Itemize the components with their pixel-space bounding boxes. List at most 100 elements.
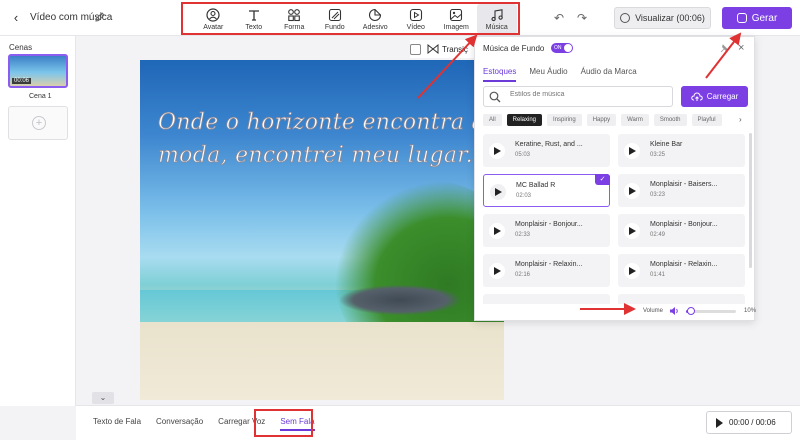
video-icon: [409, 8, 422, 21]
chip-happy[interactable]: Happy: [586, 114, 617, 126]
track-name: MC Ballad R: [516, 182, 556, 189]
scene-duration: 00:06: [12, 78, 32, 84]
play-icon[interactable]: [489, 143, 505, 159]
track-item[interactable]: Monplaisir - Relaxin... 02:16: [483, 254, 610, 287]
play-icon[interactable]: [624, 223, 640, 239]
chip-smooth[interactable]: Smooth: [653, 114, 687, 126]
play-icon[interactable]: [489, 223, 505, 239]
track-name: Monplaisir - Relaxin...: [515, 261, 583, 268]
tab-no-speech[interactable]: Sem Fala: [280, 417, 315, 431]
genre-chips: All Relaxing Inspiring Happy Warm Smooth…: [483, 114, 727, 126]
chip-all[interactable]: All: [483, 114, 502, 126]
scene-thumbnail[interactable]: 00:06: [8, 54, 68, 88]
track-duration: 02:03: [516, 193, 532, 199]
generate-icon: [736, 13, 747, 23]
transition-icon: [427, 44, 439, 54]
avatar-icon: [206, 7, 220, 22]
checkmark-icon: ✓: [595, 174, 610, 185]
scene-name: Cena 1: [29, 93, 52, 100]
add-scene-button[interactable]: +: [8, 106, 68, 140]
undo-icon[interactable]: ↶: [552, 11, 566, 25]
transition-checkbox[interactable]: [410, 43, 421, 55]
text-icon: [248, 9, 259, 21]
tab-brand-audio[interactable]: Áudio da Marca: [581, 67, 637, 82]
track-duration: 02:49: [650, 232, 666, 238]
play-circle-icon: [620, 13, 631, 23]
volume-label: Volume: [643, 308, 664, 314]
tool-video[interactable]: Vídeo: [396, 4, 437, 34]
preview-button[interactable]: Visualizar (00:06): [614, 7, 711, 29]
track-item[interactable]: Monplaisir - Baisers... 03:23: [618, 174, 745, 207]
tab-stock[interactable]: Estoques: [483, 67, 517, 82]
track-item-selected[interactable]: MC Ballad R 02:03 ✓: [483, 174, 610, 207]
track-item[interactable]: Monplaisir - Bonjour... 02:49: [618, 214, 745, 247]
transition-option[interactable]: Transiç: [410, 40, 480, 58]
pencil-icon[interactable]: [94, 11, 106, 23]
search-input[interactable]: [510, 91, 660, 98]
chevron-left-icon[interactable]: ‹: [8, 10, 24, 26]
plus-icon: +: [32, 116, 46, 130]
music-toggle[interactable]: ON: [551, 43, 573, 53]
track-name: Monplaisir - Baisers...: [650, 181, 718, 188]
track-item[interactable]: [618, 294, 745, 304]
tool-music[interactable]: Música: [476, 4, 517, 34]
track-item[interactable]: Monplaisir - Bonjour... 02:33: [483, 214, 610, 247]
play-icon[interactable]: [489, 263, 505, 279]
element-toolbar: Avatar Texto Forma Fundo Adesivo Vídeo I…: [193, 4, 517, 34]
tab-upload-voice[interactable]: Carregar Voz: [218, 417, 265, 431]
pin-icon[interactable]: [720, 44, 729, 53]
collapse-panel-button[interactable]: ⌄: [92, 392, 114, 404]
tool-background[interactable]: Fundo: [315, 4, 356, 34]
close-icon[interactable]: ×: [738, 42, 744, 54]
preview-label: Visualizar (00:06): [635, 13, 705, 23]
speaker-icon[interactable]: [669, 306, 680, 316]
search-icon: [489, 91, 501, 103]
volume-handle[interactable]: [687, 306, 696, 315]
voice-tabs: Texto de Fala Conversação Carregar Voz S…: [93, 417, 330, 431]
play-icon[interactable]: [624, 263, 640, 279]
tool-sticker[interactable]: Adesivo: [355, 4, 396, 34]
track-item[interactable]: Kleine Bar 03:25: [618, 134, 745, 167]
shapes-icon: [288, 8, 301, 21]
chip-playful[interactable]: Playful: [691, 114, 722, 126]
tool-label: Texto: [245, 23, 263, 31]
timeline-player[interactable]: 00:00 / 00:06: [706, 411, 792, 434]
chip-warm[interactable]: Warm: [621, 114, 649, 126]
track-name: Kleine Bar: [650, 141, 683, 148]
tool-shape[interactable]: Forma: [274, 4, 315, 34]
voice-panel: Texto de Fala Conversação Carregar Voz S…: [76, 405, 800, 440]
track-name: Monplaisir - Relaxin...: [650, 261, 718, 268]
upload-button[interactable]: Carregar: [681, 86, 748, 107]
chip-inspiring[interactable]: Inspiring: [547, 114, 582, 126]
music-search[interactable]: [483, 86, 673, 107]
track-duration: 02:33: [515, 232, 531, 238]
track-item[interactable]: Keratine, Rust, and ... 05:03: [483, 134, 610, 167]
scenes-heading: Cenas: [9, 43, 33, 52]
canvas-caption[interactable]: Onde o horizonte encontra a moda, encont…: [158, 106, 498, 172]
track-item[interactable]: [483, 294, 610, 304]
tool-text[interactable]: Texto: [234, 4, 275, 34]
redo-icon[interactable]: ↷: [575, 11, 589, 25]
chevron-right-icon[interactable]: ›: [739, 115, 742, 124]
tab-conversation[interactable]: Conversação: [156, 417, 203, 431]
play-icon[interactable]: [490, 184, 506, 200]
tool-image[interactable]: Imagem: [436, 4, 477, 34]
volume-slider[interactable]: [686, 306, 737, 315]
tab-my-audio[interactable]: Meu Áudio: [529, 67, 567, 82]
tool-label: Música: [485, 23, 508, 31]
sand-decoration: [140, 322, 504, 400]
play-icon[interactable]: [716, 417, 723, 428]
video-canvas[interactable]: Onde o horizonte encontra a moda, encont…: [140, 60, 504, 400]
tool-avatar[interactable]: Avatar: [193, 4, 234, 34]
track-duration: 01:41: [650, 272, 666, 278]
chip-relaxing[interactable]: Relaxing: [506, 114, 543, 126]
background-icon: [328, 8, 341, 21]
play-icon[interactable]: [624, 143, 640, 159]
scenes-panel: Cenas 00:06 Cena 1 +: [0, 36, 76, 406]
track-list: Keratine, Rust, and ... 05:03 Kleine Bar…: [483, 134, 745, 304]
track-list-scrollbar[interactable]: [749, 133, 752, 268]
generate-button[interactable]: Gerar: [722, 7, 792, 29]
play-icon[interactable]: [624, 183, 640, 199]
tab-text-to-speech[interactable]: Texto de Fala: [93, 417, 141, 431]
track-item[interactable]: Monplaisir - Relaxin... 01:41: [618, 254, 745, 287]
